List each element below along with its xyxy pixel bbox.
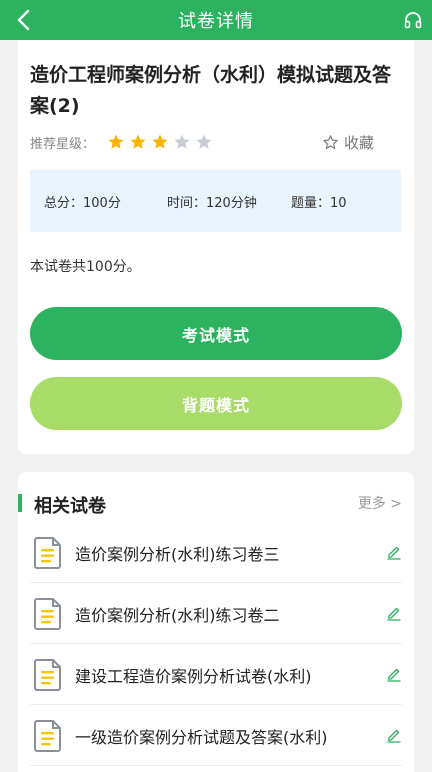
- more-link[interactable]: 更多 >: [358, 493, 402, 513]
- favorite-label: 收藏: [343, 134, 374, 152]
- page-title: 试卷详情: [178, 11, 254, 32]
- paper-description: 本试卷共100分。: [30, 259, 141, 275]
- paper-title: 造价工程师案例分析（水利）模拟试题及答案(2): [30, 64, 392, 117]
- star-empty-icon: [174, 134, 190, 149]
- list-item[interactable]: 一级造价案例分析试题及答案(水利): [30, 705, 402, 766]
- exam-time: 时间：120分钟: [167, 196, 257, 211]
- related-header: 相关试卷 更多 >: [18, 492, 414, 517]
- list-item[interactable]: 造价案例分析(水利)练习卷二: [30, 583, 402, 644]
- document-icon: [34, 720, 61, 752]
- pencil-icon[interactable]: [386, 544, 402, 560]
- total-score: 总分：100分: [44, 196, 121, 211]
- list-item-title: 建设工程造价案例分析试卷(水利): [75, 667, 312, 686]
- pencil-icon[interactable]: [386, 727, 402, 743]
- related-title: 相关试卷: [34, 496, 106, 517]
- paper-info-box: 总分：100分 时间：120分钟 题量：10: [30, 170, 401, 232]
- star-filled-icon: [108, 134, 124, 149]
- top-bar: 试卷详情: [0, 0, 432, 40]
- document-icon: [34, 537, 61, 569]
- list-item[interactable]: 建设工程造价案例分析试卷(水利): [30, 644, 402, 705]
- star-filled-icon: [130, 134, 146, 149]
- star-filled-icon: [152, 134, 168, 149]
- list-item-title: 造价案例分析(水利)练习卷三: [75, 545, 280, 564]
- rating-row: 推荐星级： 收藏: [30, 132, 402, 152]
- document-icon: [34, 598, 61, 630]
- favorite-button[interactable]: 收藏: [322, 132, 374, 153]
- question-count: 题量：10: [291, 196, 347, 211]
- star-empty-icon: [196, 134, 212, 149]
- headphones-icon[interactable]: [404, 11, 422, 29]
- rating-stars: [107, 133, 217, 151]
- list-item[interactable]: 造价案例分析(水利)练习卷三: [30, 522, 402, 583]
- section-accent-bar: [18, 494, 22, 512]
- list-item-title: 造价案例分析(水利)练习卷二: [75, 606, 280, 625]
- pencil-icon[interactable]: [386, 666, 402, 682]
- rating-label: 推荐星级：: [30, 136, 96, 152]
- pencil-icon[interactable]: [386, 605, 402, 621]
- chevron-left-icon[interactable]: [14, 9, 36, 31]
- document-icon: [34, 659, 61, 691]
- star-outline-icon: [323, 135, 338, 150]
- study-mode-button[interactable]: 背题模式: [30, 377, 402, 430]
- exam-mode-button[interactable]: 考试模式: [30, 307, 402, 360]
- list-item-title: 一级造价案例分析试题及答案(水利): [75, 728, 328, 747]
- related-papers-section: 相关试卷 更多 > 造价案例分析(水利)练习卷三 造价案例分析(水利)练习卷二: [18, 472, 414, 772]
- paper-detail-card: 造价工程师案例分析（水利）模拟试题及答案(2) 推荐星级： 收藏 总分：100分…: [18, 40, 414, 454]
